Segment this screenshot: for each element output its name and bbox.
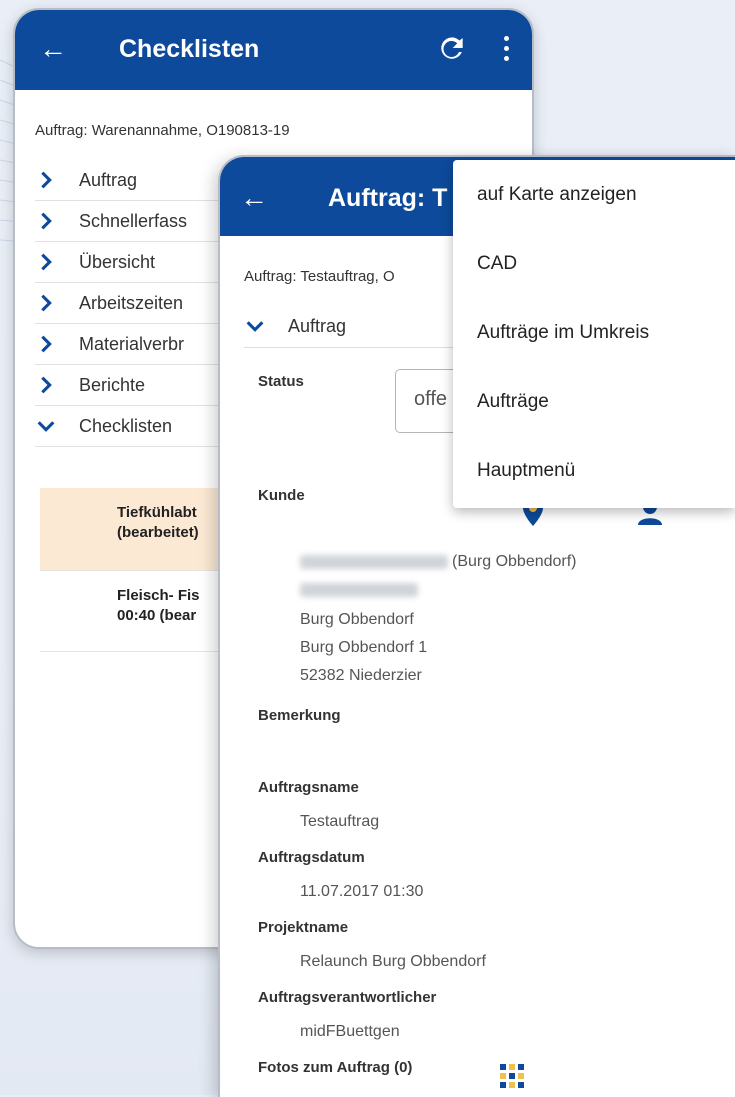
menu-item-cad[interactable]: CAD [453, 229, 735, 298]
chevron-down-icon [246, 321, 264, 332]
chevron-right-icon [41, 253, 52, 271]
status-value: offe [414, 388, 447, 410]
section-label: Übersicht [79, 251, 156, 272]
customer-name-suffix: (Burg Obbendorf) [452, 553, 577, 570]
order-name-label: Auftragsname [258, 779, 359, 796]
project-value: Relaunch Burg Obbendorf [300, 953, 486, 970]
address-line: Burg Obbendorf 1 [300, 639, 428, 656]
section-label: Arbeitszeiten [79, 292, 184, 313]
menu-item-main-menu[interactable]: Hauptmenü [453, 436, 735, 505]
back-arrow-icon[interactable]: ← [39, 34, 67, 64]
section-label: Checklisten [79, 415, 173, 436]
status-label: Status [258, 373, 304, 390]
chevron-right-icon [41, 335, 52, 353]
responsible-value: midFBuettgen [300, 1023, 400, 1040]
contact-name [300, 581, 422, 599]
menu-item-show-on-map[interactable]: auf Karte anzeigen [453, 160, 735, 229]
redacted-contact [300, 582, 418, 597]
project-label: Projektname [258, 919, 349, 936]
overflow-menu: auf Karte anzeigen CAD Aufträge im Umkre… [453, 160, 735, 508]
photo-grid-icon[interactable] [498, 1062, 526, 1090]
chevron-right-icon [41, 171, 52, 189]
refresh-icon[interactable] [436, 32, 468, 64]
photos-label: Fotos zum Auftrag (0) [258, 1059, 413, 1076]
app-bar: ← Checklisten [15, 10, 532, 90]
chevron-right-icon [41, 212, 52, 230]
section-label: Auftrag [79, 169, 138, 190]
customer-label: Kunde [258, 487, 305, 504]
more-vertical-icon[interactable] [504, 36, 510, 62]
order-line: Auftrag: Testauftrag, O [244, 268, 395, 285]
section-label: Schnellerfass [79, 210, 188, 231]
section-label: Auftrag [288, 315, 347, 336]
redacted-name [300, 554, 448, 569]
chevron-right-icon [41, 376, 52, 394]
remark-label: Bemerkung [258, 707, 341, 724]
chevron-right-icon [41, 294, 52, 312]
back-arrow-icon[interactable]: ← [240, 183, 268, 213]
address-line: 52382 Niederzier [300, 667, 422, 684]
order-date-value: 11.07.2017 01:30 [300, 883, 424, 900]
customer-name: (Burg Obbendorf) [300, 553, 577, 571]
section-label: Materialverbr [79, 333, 185, 354]
order-date-label: Auftragsdatum [258, 849, 365, 866]
menu-item-nearby-orders[interactable]: Aufträge im Umkreis [453, 298, 735, 367]
screen-title: Checklisten [119, 35, 260, 63]
section-label: Berichte [79, 374, 146, 395]
responsible-label: Auftragsverantwortlicher [258, 989, 437, 1006]
menu-item-orders[interactable]: Aufträge [453, 367, 735, 436]
order-name-value: Testauftrag [300, 813, 380, 830]
address-line: Burg Obbendorf [300, 611, 414, 628]
chevron-down-icon [37, 421, 55, 432]
screen-title: Auftrag: T [328, 184, 448, 212]
order-line: Auftrag: Warenannahme, O190813-19 [35, 122, 290, 139]
